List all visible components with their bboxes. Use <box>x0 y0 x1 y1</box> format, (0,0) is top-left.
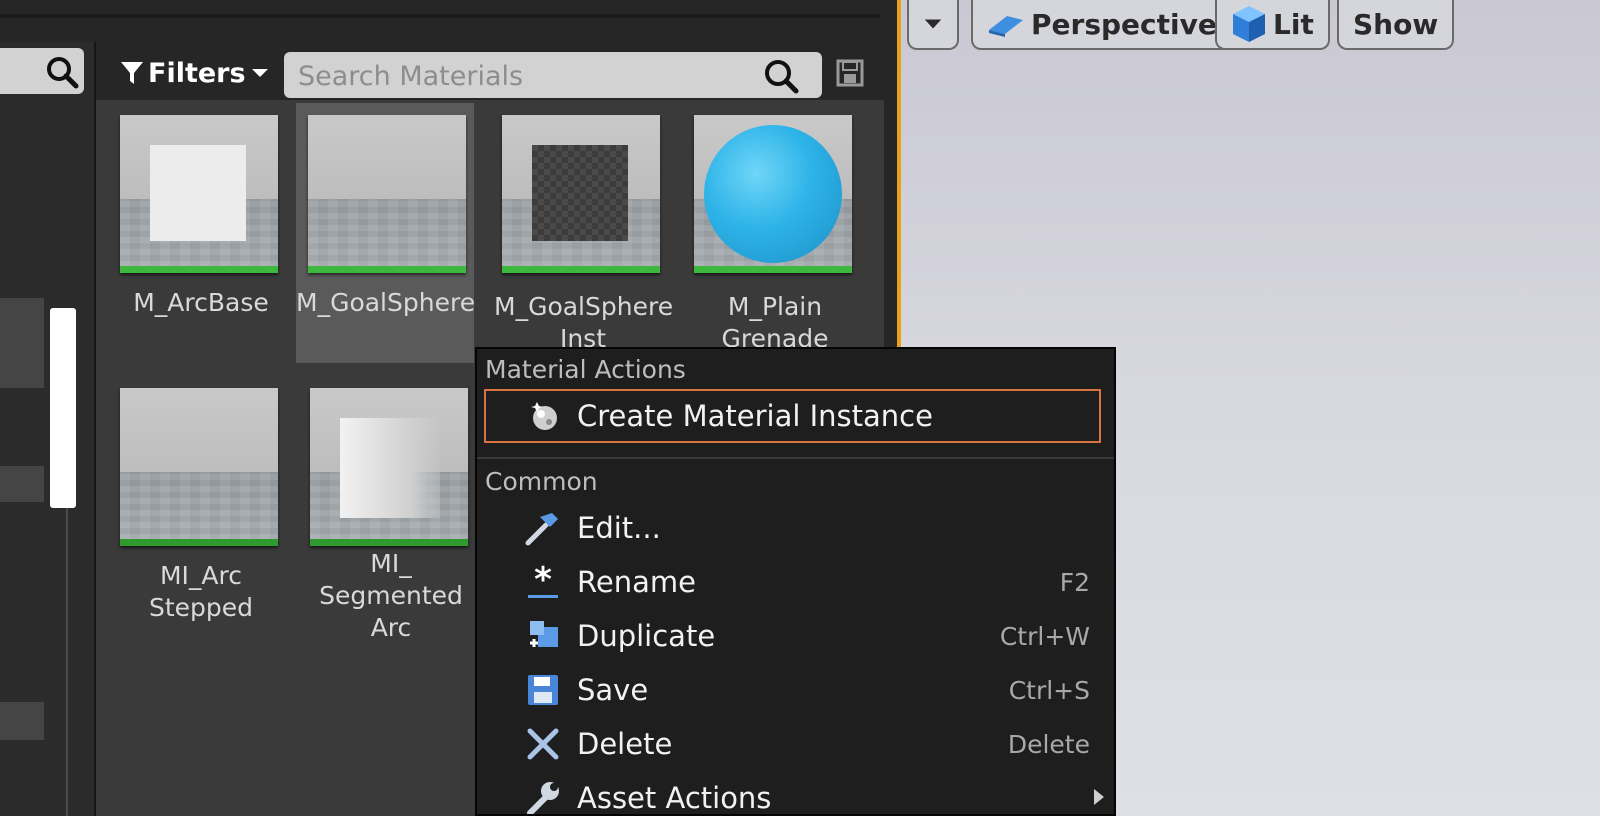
lit-label: Lit <box>1273 7 1314 41</box>
asset-type-bar <box>694 266 852 273</box>
search-icon <box>47 57 79 89</box>
menu-item-shortcut: Delete <box>1007 729 1090 759</box>
divider <box>66 508 68 816</box>
asset-thumbnail <box>310 388 468 546</box>
asset-type-bar <box>308 266 466 273</box>
menu-item-label: Asset Actions <box>577 781 772 815</box>
menu-item-shortcut: Ctrl+S <box>1008 675 1090 705</box>
submenu-arrow-icon <box>1092 787 1106 811</box>
menu-item-delete[interactable]: Delete Delete <box>477 717 1114 771</box>
asset-thumbnail <box>308 115 466 273</box>
asset-tile-m-plain-grenade[interactable]: M_Plain Grenade <box>686 103 854 363</box>
lit-cube-icon <box>1233 6 1265 42</box>
menu-item-label: Create Material Instance <box>577 399 933 433</box>
menu-item-duplicate[interactable]: Duplicate Ctrl+W <box>477 609 1114 663</box>
white-square-preview <box>150 145 246 241</box>
save-icon <box>523 670 563 710</box>
asset-thumbnail <box>502 115 660 273</box>
menu-item-asset-actions[interactable]: Asset Actions <box>477 771 1114 815</box>
lit-button[interactable]: Lit <box>1215 0 1330 50</box>
menu-separator <box>477 457 1114 459</box>
asset-type-bar <box>120 539 278 546</box>
sources-panel <box>0 42 96 816</box>
asset-name: M_GoalSphere Inst <box>494 292 672 351</box>
rename-star-icon: * <box>523 562 563 602</box>
asset-tile-mi-segmented-arc[interactable]: MI_ Segmented Arc <box>302 376 470 642</box>
folder-row[interactable] <box>0 702 44 740</box>
asset-type-bar <box>120 266 278 273</box>
funnel-icon <box>121 62 143 84</box>
perspective-icon <box>989 16 1023 37</box>
menu-item-label: Edit... <box>577 511 661 545</box>
asset-name: M_ArcBase <box>133 288 269 317</box>
asset-type-bar <box>502 266 660 273</box>
asset-name: MI_Arc Stepped <box>148 561 254 622</box>
context-menu: Material Actions Create Material Instanc… <box>475 347 1116 816</box>
menu-item-label: Save <box>577 673 649 707</box>
hammer-icon <box>523 508 563 548</box>
menu-item-shortcut: Ctrl+W <box>999 621 1090 651</box>
chevron-down-icon <box>924 19 942 29</box>
asset-thumbnail <box>120 388 278 546</box>
show-button[interactable]: Show <box>1337 0 1455 50</box>
menu-item-create-material-instance[interactable]: Create Material Instance <box>484 389 1101 443</box>
perspective-label: Perspective <box>1031 7 1217 41</box>
duplicate-icon <box>523 616 563 656</box>
breadcrumb-bar <box>0 0 880 18</box>
menu-item-label: Duplicate <box>577 619 716 653</box>
folder-row[interactable] <box>0 466 44 502</box>
show-label: Show <box>1353 7 1439 41</box>
section-heading-common: Common <box>485 467 598 496</box>
menu-item-shortcut: F2 <box>1059 567 1090 597</box>
asset-tile-m-goalsphere[interactable]: M_GoalSphere <box>296 103 476 363</box>
sources-scrollbar[interactable] <box>50 308 76 508</box>
folder-row[interactable] <box>0 298 44 388</box>
menu-item-label: Delete <box>577 727 673 761</box>
checker-square-preview <box>532 145 628 241</box>
filters-button[interactable]: Filters <box>120 54 270 92</box>
menu-item-save[interactable]: Save Ctrl+S <box>477 663 1114 717</box>
folder-search-input[interactable] <box>0 48 84 94</box>
asset-name: M_GoalSphere <box>296 288 476 317</box>
viewport-options-button[interactable] <box>907 0 959 50</box>
asset-tile-m-arcbase[interactable]: M_ArcBase <box>112 103 280 363</box>
asset-name: MI_ Segmented Arc <box>319 549 463 642</box>
perspective-button[interactable]: Perspective <box>971 0 1233 50</box>
asset-name: M_Plain Grenade <box>721 292 829 351</box>
menu-item-edit[interactable]: Edit... <box>477 501 1114 555</box>
asset-type-bar <box>310 539 468 546</box>
material-instance-icon <box>525 396 565 436</box>
asset-thumbnail <box>120 115 278 273</box>
save-search-icon[interactable] <box>835 58 865 88</box>
menu-item-rename[interactable]: * Rename F2 <box>477 555 1114 609</box>
chevron-down-icon <box>251 69 268 77</box>
delete-x-icon <box>523 724 563 764</box>
menu-item-label: Rename <box>577 565 696 599</box>
search-input[interactable] <box>296 52 760 100</box>
search-box <box>284 52 822 100</box>
asset-tile-m-goalsphere-inst[interactable]: M_GoalSphere Inst <box>494 103 672 363</box>
svg-text:*: * <box>534 563 552 600</box>
wrench-icon <box>523 778 563 814</box>
search-icon <box>765 60 799 94</box>
gradient-square-preview <box>340 418 440 518</box>
filters-label: Filters <box>148 57 246 89</box>
asset-tile-mi-arc-stepped[interactable]: MI_Arc Stepped <box>112 376 280 636</box>
section-heading-material-actions: Material Actions <box>485 355 686 384</box>
blue-sphere-preview <box>704 125 842 263</box>
asset-thumbnail <box>694 115 852 273</box>
